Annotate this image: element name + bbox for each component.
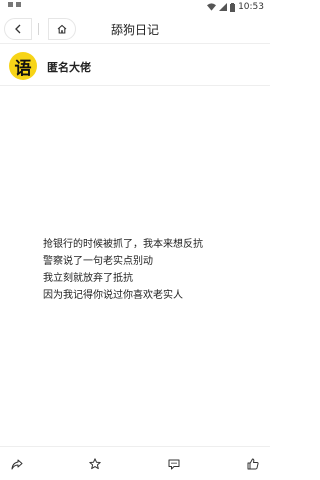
clock: 10:53 (238, 2, 264, 12)
avatar[interactable]: 语 (9, 52, 37, 80)
signal-icon (219, 3, 228, 11)
status-bar: 10:53 (0, 0, 270, 14)
notification-icons (8, 2, 21, 7)
action-bar (0, 446, 270, 480)
story-line: 抢银行的时候被抓了，我本来想反抗 (43, 239, 203, 250)
thumbs-up-icon (247, 458, 259, 470)
navigation-bar: 舔狗日记 (0, 14, 270, 44)
like-button[interactable] (244, 455, 262, 473)
nav-divider (38, 23, 39, 35)
back-button[interactable] (4, 18, 32, 40)
comment-button[interactable] (165, 455, 183, 473)
home-icon (57, 24, 67, 34)
notification-icon (16, 2, 21, 7)
chevron-left-icon (15, 24, 21, 34)
page-title: 舔狗日记 (110, 23, 159, 37)
star-icon (89, 458, 101, 470)
author-row[interactable]: 语 匿名大佬 (0, 44, 270, 86)
share-button[interactable] (8, 455, 26, 473)
diary-content: 抢银行的时候被抓了，我本来想反抗 警察说了一句老实点别动 我立刻就放弃了抵抗 因… (0, 88, 270, 445)
story-line: 因为我记得你说过你喜欢老实人 (43, 290, 183, 301)
wifi-icon (207, 3, 217, 11)
notification-icon (8, 2, 13, 7)
story-line: 我立刻就放弃了抵抗 (43, 273, 133, 284)
favorite-button[interactable] (86, 455, 104, 473)
home-button[interactable] (48, 18, 76, 40)
comment-icon (168, 459, 180, 469)
story-line: 警察说了一句老实点别动 (43, 256, 153, 267)
system-tray: 10:53 (207, 2, 264, 12)
share-icon (11, 459, 23, 469)
author-name[interactable]: 匿名大佬 (47, 59, 91, 75)
battery-icon (230, 2, 236, 12)
story-text: 抢银行的时候被抓了，我本来想反抗 警察说了一句老实点别动 我立刻就放弃了抵抗 因… (43, 236, 253, 304)
